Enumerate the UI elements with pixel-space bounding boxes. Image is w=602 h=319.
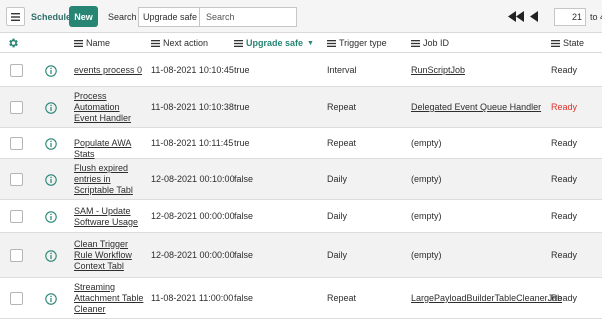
row-trigger-type: Repeat <box>327 293 357 303</box>
info-icon[interactable] <box>45 292 57 305</box>
row-job-id-link[interactable]: LargePayloadBuilderTableCleanerJob <box>411 293 562 304</box>
column-menu-icon <box>551 39 560 47</box>
row-checkbox[interactable] <box>10 63 23 77</box>
row-name-link[interactable]: Clean Trigger Rule Workflow Context Tabl <box>74 239 144 272</box>
row-name-link[interactable]: SAM - Update Software Usage <box>74 206 144 228</box>
row-trigger-type: Interval <box>327 65 357 75</box>
row-upgrade-safe: true <box>234 138 250 148</box>
row-state: Ready <box>551 138 578 148</box>
info-icon[interactable] <box>45 249 57 262</box>
row-upgrade-safe: false <box>234 211 254 221</box>
column-menu-icon <box>411 39 420 47</box>
row-trigger-type: Daily <box>327 250 348 260</box>
search-field-select[interactable]: Upgrade safe▼ <box>138 7 206 27</box>
column-header-next-action[interactable]: Next action <box>151 33 208 53</box>
search-input[interactable] <box>200 7 297 27</box>
list-title[interactable]: Schedule <box>31 12 71 22</box>
previous-page-icon[interactable] <box>529 11 539 22</box>
row-checkbox[interactable] <box>10 172 23 186</box>
row-trigger-type: Daily <box>327 174 348 184</box>
gear-icon[interactable] <box>7 37 19 49</box>
column-menu-icon <box>234 39 243 47</box>
row-state: Ready <box>551 65 578 75</box>
column-label: State <box>563 38 585 48</box>
column-menu-icon <box>74 39 83 47</box>
column-label: Name <box>86 38 111 48</box>
table-row[interactable]: Populate AWA Stats 11-08-2021 10:11:45 tru… <box>0 128 602 159</box>
row-next-action: 12-08-2021 00:00:00 <box>151 211 235 221</box>
row-name-link[interactable]: Populate AWA Stats <box>74 138 144 160</box>
row-job-id-link[interactable]: Delegated Event Queue Handler <box>411 102 541 113</box>
row-checkbox[interactable] <box>10 291 23 305</box>
row-trigger-type: Repeat <box>327 138 357 148</box>
first-page-icon[interactable] <box>508 11 524 22</box>
row-upgrade-safe: false <box>234 293 254 303</box>
table-header: Name Next action Upgrade safe ▼ Trigger … <box>0 33 602 53</box>
column-header-state[interactable]: State <box>551 33 584 53</box>
row-upgrade-safe: false <box>234 174 254 184</box>
sort-descending-icon: ▼ <box>307 39 314 47</box>
table-row[interactable]: Process Automation Event Handler 11-08-20… <box>0 87 602 128</box>
list-toolbar: Schedule New Search Upgrade safe▼ to 4 <box>0 0 602 33</box>
info-icon[interactable] <box>45 64 57 77</box>
table-row[interactable]: Flush expired entries in Scriptable Tabl… <box>0 159 602 200</box>
info-icon[interactable] <box>45 210 57 223</box>
column-header-job-id[interactable]: Job ID <box>411 33 449 53</box>
row-checkbox[interactable] <box>10 136 23 150</box>
row-upgrade-safe: true <box>234 102 250 112</box>
column-menu-icon <box>151 39 160 47</box>
info-icon[interactable] <box>45 137 57 150</box>
row-checkbox[interactable] <box>10 248 23 262</box>
search-field-value: Upgrade safe <box>143 12 198 22</box>
table-row[interactable]: Clean Trigger Rule Workflow Context Tabl… <box>0 233 602 278</box>
column-menu-icon <box>327 39 336 47</box>
column-label: Upgrade safe <box>246 38 304 48</box>
row-checkbox[interactable] <box>10 100 23 114</box>
row-next-action: 11-08-2021 10:10:38 <box>151 102 234 112</box>
column-label: Next action <box>163 38 209 48</box>
row-next-action: 11-08-2021 11:00:00 <box>151 293 234 303</box>
row-state: Ready <box>551 293 578 303</box>
page-range-text: to 4 <box>590 12 602 22</box>
row-job-id: (empty) <box>411 138 442 148</box>
row-trigger-type: Repeat <box>327 102 357 112</box>
row-state: Ready <box>551 211 578 221</box>
column-header-upgrade-safe[interactable]: Upgrade safe ▼ <box>234 33 314 53</box>
column-label: Trigger type <box>339 38 387 48</box>
column-header-name[interactable]: Name <box>74 33 110 53</box>
table-row[interactable]: SAM - Update Software Usage 12-08-2021 00… <box>0 200 602 233</box>
row-state: Ready <box>551 174 578 184</box>
row-next-action: 11-08-2021 10:10:45 <box>151 65 234 75</box>
row-next-action: 12-08-2021 00:00:00 <box>151 250 235 260</box>
row-next-action: 11-08-2021 10:11:45 <box>151 138 234 148</box>
search-label: Search <box>108 12 137 22</box>
table-row[interactable]: Streaming Attachment Table Cleaner 11-08-… <box>0 278 602 319</box>
hamburger-icon <box>11 12 20 21</box>
row-job-id: (empty) <box>411 211 442 221</box>
context-menu-button[interactable] <box>6 7 25 26</box>
row-upgrade-safe: true <box>234 65 250 75</box>
row-name-link[interactable]: Flush expired entries in Scriptable Tabl <box>74 163 144 196</box>
row-job-id-link[interactable]: RunScriptJob <box>411 65 465 76</box>
column-label: Job ID <box>423 38 450 48</box>
row-state: Ready <box>551 102 578 112</box>
new-button[interactable]: New <box>69 6 98 27</box>
row-job-id: (empty) <box>411 174 442 184</box>
row-name-link[interactable]: Streaming Attachment Table Cleaner <box>74 282 144 315</box>
row-upgrade-safe: false <box>234 250 254 260</box>
info-icon[interactable] <box>45 101 57 114</box>
info-icon[interactable] <box>45 173 57 186</box>
row-next-action: 12-08-2021 00:10:00 <box>151 174 235 184</box>
row-job-id: (empty) <box>411 250 442 260</box>
row-name-link[interactable]: Process Automation Event Handler <box>74 91 144 124</box>
row-name-link[interactable]: events process 0 <box>74 65 144 76</box>
row-checkbox[interactable] <box>10 209 23 223</box>
column-header-trigger-type[interactable]: Trigger type <box>327 33 387 53</box>
table-row[interactable]: events process 0 11-08-2021 10:10:45 true I… <box>0 54 602 87</box>
row-trigger-type: Daily <box>327 211 348 221</box>
page-number-input[interactable] <box>554 8 586 26</box>
row-state: Ready <box>551 250 578 260</box>
